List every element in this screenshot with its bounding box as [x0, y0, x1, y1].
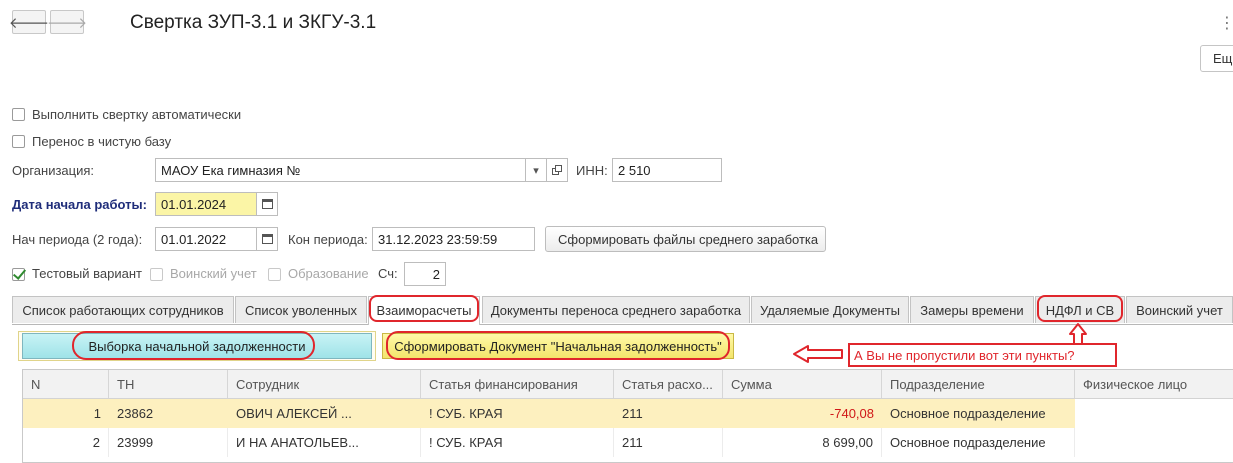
column-header-amount[interactable]: Сумма: [723, 370, 882, 398]
cell-amount: 8 699,00: [723, 428, 882, 457]
period-end-input[interactable]: 31.12.2023 23:59:59: [372, 227, 535, 251]
clean-base-checkbox[interactable]: [12, 135, 25, 148]
column-header-financing[interactable]: Статья финансирования: [421, 370, 614, 398]
cell-financing: ! СУБ. КРАЯ: [421, 428, 614, 457]
tab-employees[interactable]: Список работающих сотрудников: [12, 296, 234, 323]
cell-individual: [1075, 399, 1233, 428]
cell-expense: 211: [622, 406, 643, 421]
tab-dismissed[interactable]: Список уволенных: [235, 296, 367, 323]
period-start-input[interactable]: 01.01.2022: [155, 227, 257, 251]
organization-open-button[interactable]: [546, 158, 568, 182]
cell-department: Основное подразделение: [882, 428, 1075, 457]
cell-n: 2: [23, 428, 109, 457]
initial-debt-selection-button[interactable]: Выборка начальной задолженности: [22, 333, 372, 359]
start-date-input[interactable]: 01.01.2024: [155, 192, 257, 216]
organization-input[interactable]: МАОУ Ека гимназия №: [155, 158, 526, 182]
test-variant-label: Тестовый вариант: [32, 266, 142, 281]
education-label: Образование: [288, 266, 369, 281]
chevron-down-icon: ▾: [533, 164, 539, 177]
period-start-label: Нач периода (2 года):: [12, 232, 143, 247]
test-variant-checkbox[interactable]: [12, 268, 25, 281]
inn-label: ИНН:: [576, 163, 608, 178]
organization-dropdown-button[interactable]: ▾: [525, 158, 547, 182]
more-menu-icon[interactable]: ⋮: [1219, 13, 1233, 33]
cell-individual: [1075, 428, 1233, 457]
start-date-label: Дата начала работы:: [12, 197, 147, 212]
cell-expense: 211: [614, 428, 723, 457]
auto-convolution-label: Выполнить свертку автоматически: [32, 107, 242, 122]
cell-tn: 23999: [109, 428, 228, 457]
period-start-calendar-button[interactable]: [256, 227, 278, 251]
arrow-left-icon: 🡐: [8, 14, 50, 32]
tab-settlements[interactable]: Взаиморасчеты: [368, 296, 480, 325]
auto-convolution-checkbox[interactable]: [12, 108, 25, 121]
open-link-icon: [551, 164, 562, 175]
cell-financing: ! СУБ. КРАЯ: [429, 406, 503, 421]
tab-timing[interactable]: Замеры времени: [910, 296, 1034, 323]
tab-military[interactable]: Воинский учет: [1126, 296, 1233, 323]
arrow-right-icon: 🡒: [46, 14, 88, 32]
annotation-note: А Вы не пропустили вот эти пункты?: [848, 343, 1117, 367]
annotation-arrow-left-icon: [793, 345, 843, 363]
cell-n: 1: [93, 406, 101, 421]
forward-button[interactable]: 🡒: [46, 10, 88, 34]
military-label: Воинский учет: [170, 266, 257, 281]
calendar-icon: [261, 199, 273, 209]
column-header-department[interactable]: Подразделение: [882, 370, 1075, 398]
column-header-n[interactable]: N: [23, 370, 109, 398]
column-header-employee[interactable]: Сотрудник: [228, 370, 421, 398]
counter-label: Сч:: [378, 266, 398, 281]
period-end-label: Кон периода:: [288, 232, 368, 247]
tab-average-earnings-docs[interactable]: Документы переноса среднего заработка: [482, 296, 750, 323]
back-button[interactable]: 🡐: [8, 10, 50, 34]
clean-base-label: Перенос в чистую базу: [32, 134, 172, 149]
table-row[interactable]: 1 23862 ОВИЧ АЛЕКСЕЙ ... ! СУБ. КРАЯ 211…: [23, 399, 1233, 428]
column-header-tn[interactable]: ТН: [109, 370, 228, 398]
column-header-individual[interactable]: Физическое лицо: [1075, 370, 1233, 398]
cell-tn: 23862: [117, 406, 154, 421]
tab-deleted-docs[interactable]: Удаляемые Документы: [751, 296, 909, 323]
counter-input[interactable]: 2: [404, 262, 446, 286]
table-row[interactable]: 2 23999 И НА АНАТОЛЬЕВ... ! СУБ. КРАЯ 21…: [23, 428, 1233, 457]
cell-department: Основное подразделение: [890, 406, 1046, 421]
calendar-icon: [261, 234, 273, 244]
tab-ndfl[interactable]: НДФЛ и СВ: [1035, 296, 1125, 323]
start-date-calendar-button[interactable]: [256, 192, 278, 216]
generate-average-earnings-button[interactable]: Сформировать файлы среднего заработка: [545, 226, 826, 252]
cell-employee: ОВИЧ АЛЕКСЕЙ ...: [236, 406, 352, 421]
table-header: N ТН Сотрудник Статья финансирования Ста…: [23, 370, 1233, 399]
settlements-table: N ТН Сотрудник Статья финансирования Ста…: [22, 369, 1233, 463]
column-header-expense[interactable]: Статья расхо...: [614, 370, 723, 398]
more-button[interactable]: Ещ: [1200, 45, 1233, 72]
cell-employee: И НА АНАТОЛЬЕВ...: [228, 428, 421, 457]
education-checkbox[interactable]: [268, 268, 281, 281]
military-checkbox[interactable]: [150, 268, 163, 281]
inn-input[interactable]: 2 510: [612, 158, 722, 182]
organization-label: Организация:: [12, 163, 95, 178]
create-initial-debt-document-button[interactable]: Сформировать Документ "Начальная задолже…: [382, 333, 734, 359]
page-title: Свертка ЗУП-3.1 и ЗКГУ-3.1: [130, 12, 377, 33]
cell-amount: -740,08: [829, 406, 874, 421]
